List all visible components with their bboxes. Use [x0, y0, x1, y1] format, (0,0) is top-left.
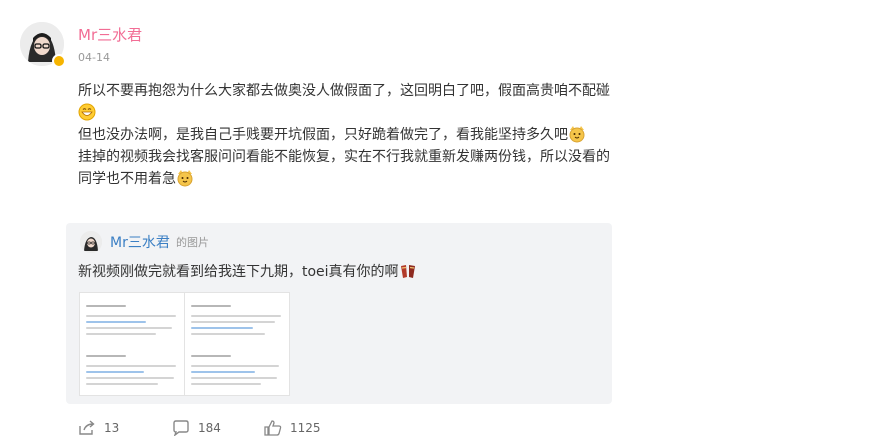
like-icon	[264, 420, 282, 436]
repost-text: 新视频刚做完就看到给我连下九期，toei真有你的啊	[78, 261, 417, 281]
repost-suffix: 的图片	[176, 236, 209, 249]
comment-icon	[173, 420, 189, 436]
paragraph: 但也没办法啊，是我自己手贱要开坑假面，只好跪着做完了，看我能坚持多久吧	[78, 124, 618, 146]
paragraph: 所以不要再抱怨为什么大家都去做奥没人做假面了，这回明白了吧，假面高贵咱不配碰	[78, 80, 618, 124]
author-name[interactable]: Mr三水君	[78, 24, 142, 45]
paragraph: 挂掉的视频我会找客服问问看能不能恢复，实在不行我就重新发赚两份钱，所以没看的同学…	[78, 149, 610, 187]
cat-emoji-icon	[176, 169, 194, 187]
post-content: 所以不要再抱怨为什么大家都去做奥没人做假面了，这回明白了吧，假面高贵咱不配碰 但…	[78, 80, 618, 190]
comment-button[interactable]: 184	[172, 420, 221, 436]
repost-image-thumbnail[interactable]	[184, 292, 290, 396]
post-date[interactable]: 04-14	[78, 51, 110, 64]
repost-card[interactable]: Mr三水君 的图片 新视频刚做完就看到给我连下九期，toei真有你的啊	[66, 223, 612, 404]
share-button[interactable]: 13	[78, 420, 119, 436]
repost-author[interactable]: Mr三水君	[110, 232, 170, 252]
comment-count: 184	[198, 421, 221, 435]
author-avatar[interactable]	[20, 22, 66, 68]
cat-emoji-icon	[568, 125, 586, 143]
verified-badge-icon	[52, 54, 66, 68]
share-count: 13	[104, 421, 120, 435]
repost-avatar[interactable]	[80, 231, 102, 253]
cheers-emoji-icon	[399, 262, 417, 280]
share-icon	[79, 420, 95, 435]
like-button[interactable]: 1125	[264, 420, 321, 436]
like-count: 1125	[290, 421, 321, 435]
repost-image-thumbnail[interactable]	[79, 292, 185, 396]
grin-emoji-icon	[78, 103, 96, 121]
